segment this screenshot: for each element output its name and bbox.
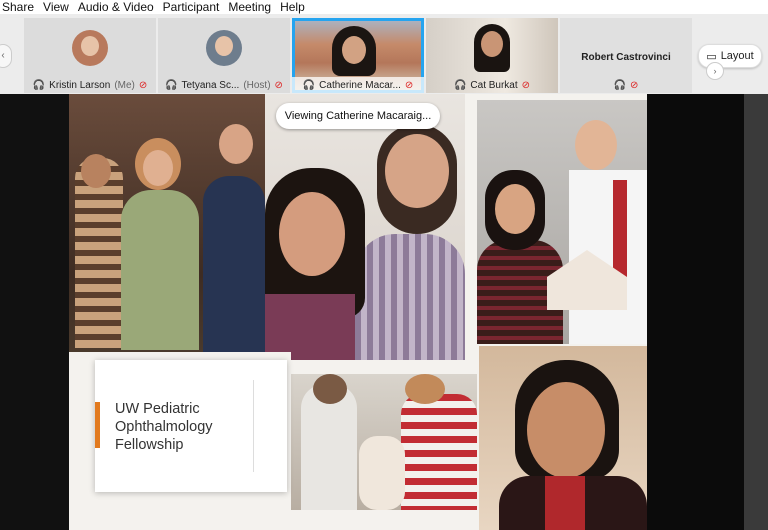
headphones-icon: 🎧 (32, 79, 46, 91)
mic-off-icon: ⊘ (138, 79, 148, 91)
headphones-icon: 🎧 (613, 79, 627, 91)
mic-off-icon: ⊘ (404, 79, 414, 91)
participant-name: Catherine Macar... (319, 79, 401, 91)
headphones-icon: 🎧 (453, 79, 467, 91)
headphones-icon: 🎧 (302, 79, 316, 91)
menu-audio-video[interactable]: Audio & Video (78, 0, 154, 14)
photo-couple (265, 94, 465, 360)
participant-name-center: Robert Castrovinci (581, 52, 671, 63)
participant-name: Tetyana Sc... (181, 79, 240, 91)
screen-margin (647, 94, 744, 530)
viewing-indicator[interactable]: Viewing Catherine Macaraig... (276, 103, 440, 129)
avatar (72, 30, 108, 66)
menu-participant[interactable]: Participant (163, 0, 220, 14)
layout-label: Layout (720, 50, 754, 62)
layout-icon: ▭ (706, 50, 717, 63)
scroll-left-button[interactable]: ‹ (0, 44, 12, 68)
mic-off-icon: ⊘ (274, 79, 283, 91)
participant-tag: (Host) (243, 79, 271, 91)
participant-tag: (Me) (114, 79, 135, 91)
menu-help[interactable]: Help (280, 0, 305, 14)
photo-gingerbread (477, 100, 647, 344)
photo-portrait (479, 346, 647, 530)
slide-title-card: UW Pediatric Ophthalmology Fellowship (95, 360, 287, 492)
participant-tile[interactable]: 🎧 Tetyana Sc... (Host) ⊘ (158, 18, 290, 93)
participant-tile-active[interactable]: 🎧 Catherine Macar... ⊘ (292, 18, 424, 93)
participant-tile[interactable]: 🎧 Kristin Larson (Me) ⊘ (24, 18, 156, 93)
participant-tile[interactable]: 🎧 Cat Burkat ⊘ (426, 18, 558, 93)
mic-off-icon: ⊘ (630, 79, 639, 91)
divider (253, 380, 254, 472)
menu-share[interactable]: Share (2, 0, 34, 14)
avatar (206, 30, 242, 66)
scroll-right-button[interactable]: › (706, 62, 724, 80)
participant-strip: ‹ 🎧 Kristin Larson (Me) ⊘ 🎧 Tetyana Sc..… (0, 14, 768, 94)
photo-eye-exam (291, 374, 477, 510)
menu-meeting[interactable]: Meeting (228, 0, 271, 14)
menu-view[interactable]: View (43, 0, 69, 14)
menu-bar: Share View Audio & Video Participant Mee… (0, 0, 768, 14)
headphones-icon: 🎧 (165, 79, 178, 91)
accent-bar (95, 402, 100, 448)
participant-name: Kristin Larson (49, 79, 111, 91)
participant-tile[interactable]: Robert Castrovinci 🎧 ⊘ (560, 18, 692, 93)
participant-name: Cat Burkat (470, 79, 518, 91)
mic-off-icon: ⊘ (521, 79, 531, 91)
scrollbar[interactable] (744, 94, 768, 530)
photo-group-party (69, 94, 265, 352)
slide-title: UW Pediatric Ophthalmology Fellowship (115, 401, 213, 453)
